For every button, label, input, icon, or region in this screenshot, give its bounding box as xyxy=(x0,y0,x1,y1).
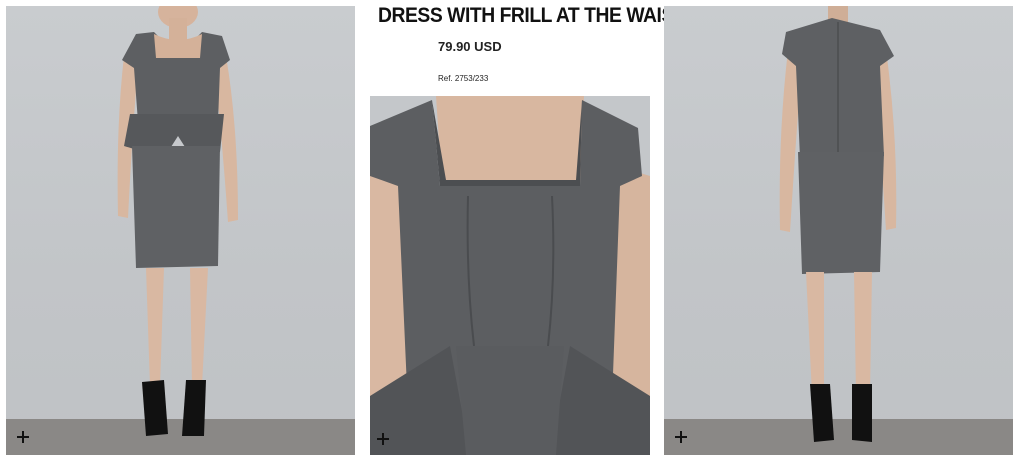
product-photo-detail[interactable] xyxy=(370,96,650,455)
zoom-plus-icon[interactable] xyxy=(376,432,390,446)
product-photo-back[interactable] xyxy=(664,6,1013,455)
zoom-plus-icon[interactable] xyxy=(674,430,688,444)
model-front-figure xyxy=(117,6,238,436)
product-reference: Ref. 2753/233 xyxy=(438,74,489,83)
zoom-plus-icon[interactable] xyxy=(16,430,30,444)
product-price: 79.90 USD xyxy=(438,39,502,54)
product-title: DRESS WITH FRILL AT THE WAIST xyxy=(378,4,686,27)
model-back-figure xyxy=(779,6,897,442)
product-photo-front[interactable] xyxy=(6,6,355,455)
model-detail-figure xyxy=(370,96,650,455)
